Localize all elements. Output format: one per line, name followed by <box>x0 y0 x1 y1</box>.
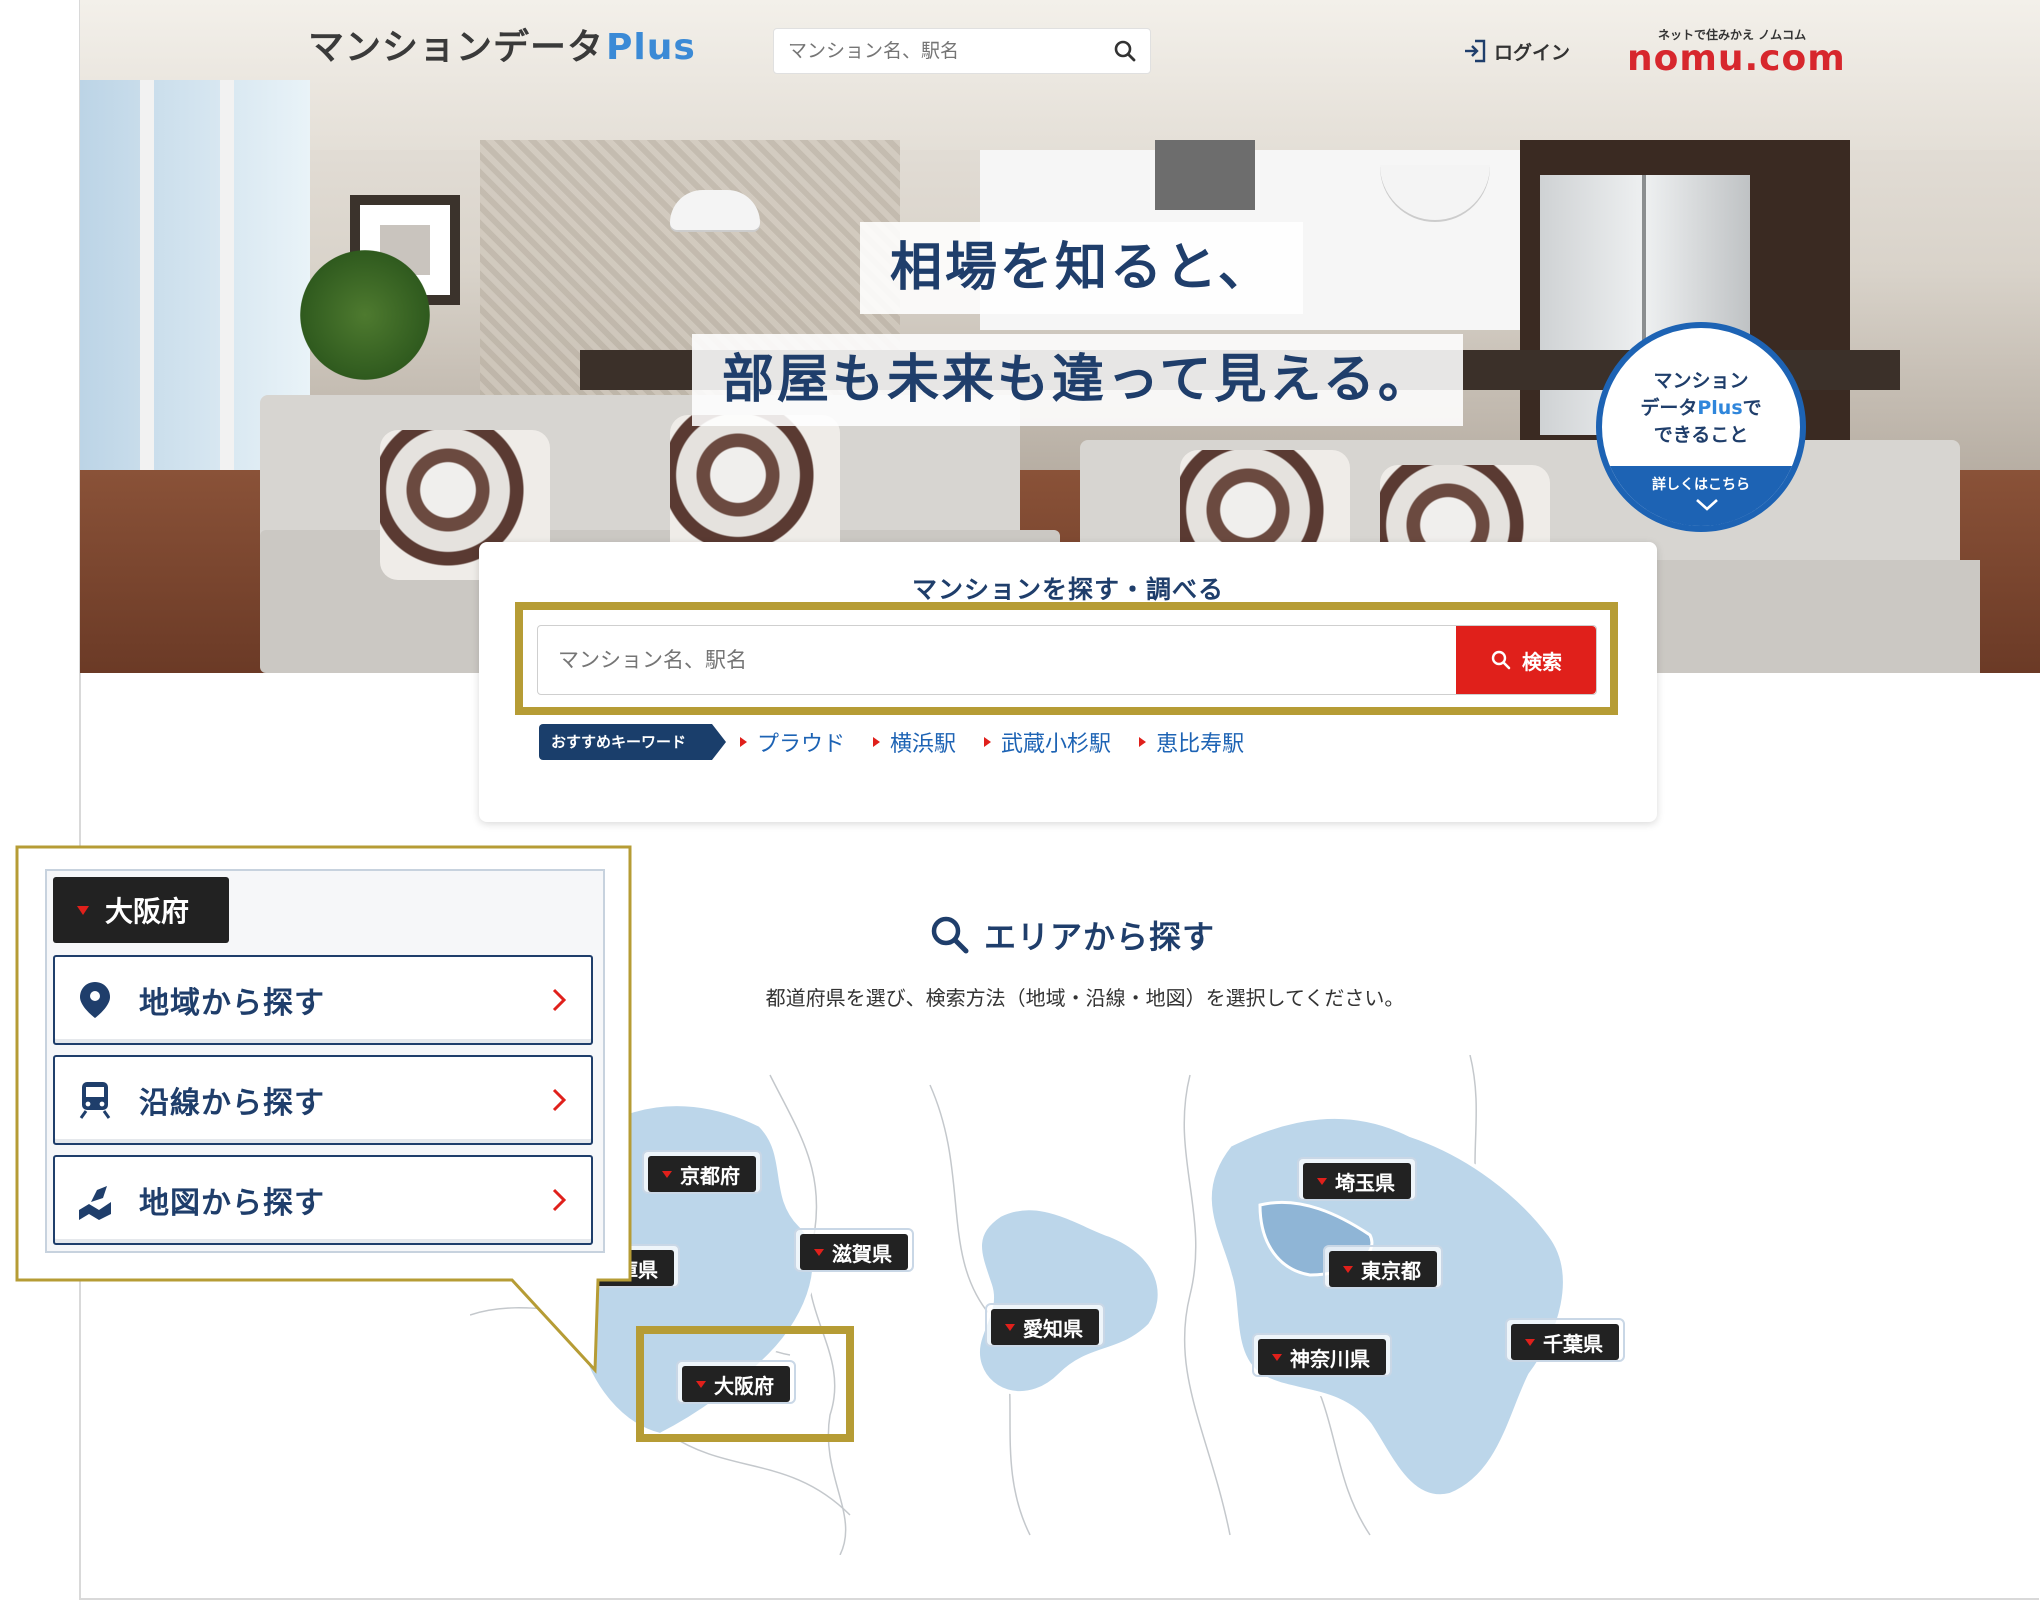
search-by-line-label: 沿線から探す <box>139 1086 325 1121</box>
recommended-keywords: おすすめキーワード プラウド 横浜駅 武蔵小杉駅 恵比寿駅 <box>539 724 1272 760</box>
badge-line3: できること <box>1653 424 1749 446</box>
hero-chandelier <box>670 190 760 230</box>
pref-label: 愛知県 <box>1023 1316 1083 1341</box>
main-search-box: 検索 <box>537 625 1597 695</box>
keyword-label: プラウド <box>757 732 846 757</box>
login-link[interactable]: ログイン <box>1462 34 1570 68</box>
map-coastline <box>669 1434 851 1516</box>
login-icon <box>1465 39 1486 63</box>
area-section-title: エリアから探す <box>928 910 1215 960</box>
arrow-right-icon <box>984 737 992 747</box>
folded-map-icon <box>79 1186 111 1220</box>
header-search-box <box>773 28 1151 74</box>
search-icon[interactable] <box>1112 38 1138 64</box>
pref-tokyo[interactable]: 東京都 <box>1323 1245 1443 1289</box>
badge-line1: マンション <box>1653 370 1749 392</box>
badge-line2-plus: Plus <box>1697 397 1743 419</box>
pref-kyoto[interactable]: 京都府 <box>642 1150 762 1194</box>
feature-badge-text: マンション データPlusで できること <box>1602 368 1800 449</box>
pref-label: 千葉県 <box>1543 1331 1603 1356</box>
login-label: ログイン <box>1494 41 1571 64</box>
search-by-line-button[interactable]: 沿線から探す <box>53 1055 593 1145</box>
pref-saitama[interactable]: 埼玉県 <box>1297 1157 1417 1201</box>
arrow-right-icon <box>1139 737 1147 747</box>
arrow-down-icon <box>1005 1323 1015 1331</box>
main-search-input[interactable] <box>558 626 1458 694</box>
keyword-label: 武蔵小杉駅 <box>1001 732 1112 757</box>
search-by-map-button[interactable]: 地図から探す <box>53 1155 593 1245</box>
hero-range-hood <box>1155 140 1255 210</box>
arrow-down-icon <box>1343 1265 1353 1273</box>
search-by-region-button[interactable]: 地域から探す <box>53 955 593 1045</box>
area-title-label: エリアから探す <box>984 918 1216 956</box>
arrow-right-icon <box>740 737 748 747</box>
chevron-right-icon <box>552 1188 567 1212</box>
page-root: 相場を知ると、 部屋も未来も違って見える。 マンションデータPlus ログイン … <box>0 0 2040 1603</box>
callout-pref-label: 大阪府 <box>105 895 190 928</box>
arrow-down-icon <box>1317 1177 1327 1185</box>
search-by-map-label: 地図から探す <box>139 1186 325 1221</box>
badge-line2-pre: データ <box>1640 397 1698 419</box>
pref-shiga[interactable]: 滋賀県 <box>794 1228 914 1272</box>
hero-tagline-line1: 相場を知ると、 <box>860 222 1303 314</box>
site-logo[interactable]: マンションデータPlus <box>308 18 696 70</box>
search-icon <box>1491 650 1511 670</box>
keyword-label: 恵比寿駅 <box>1156 732 1245 757</box>
feature-badge[interactable]: マンション データPlusで できること 詳しくはこちら <box>1596 322 1806 532</box>
keyword-link[interactable]: プラウド <box>740 726 845 758</box>
site-logo-plus: Plus <box>606 27 696 68</box>
osaka-highlight-frame <box>636 1326 854 1442</box>
search-button-label: 検索 <box>1522 649 1562 674</box>
map-region-aichi <box>976 1206 1162 1395</box>
keyword-link[interactable]: 恵比寿駅 <box>1139 726 1244 758</box>
search-by-region-label: 地域から探す <box>139 986 325 1021</box>
search-icon <box>931 916 969 954</box>
keyword-link[interactable]: 武蔵小杉駅 <box>984 726 1111 758</box>
callout-panel: 大阪府 地域から探す 沿線から探す 地図から探す <box>17 847 632 1283</box>
pref-aichi[interactable]: 愛知県 <box>985 1303 1105 1347</box>
pref-kanagawa[interactable]: 神奈川県 <box>1252 1333 1392 1377</box>
callout-pref-tab: 大阪府 <box>53 877 229 943</box>
pref-label: 滋賀県 <box>832 1241 892 1266</box>
pref-label: 京都府 <box>680 1163 740 1188</box>
search-button[interactable]: 検索 <box>1456 626 1596 694</box>
arrow-right-icon <box>873 737 881 747</box>
map-pin-icon <box>80 982 110 1018</box>
pref-label: 埼玉県 <box>1335 1170 1395 1195</box>
chevron-right-icon <box>552 1088 567 1112</box>
pref-label: 神奈川県 <box>1290 1346 1370 1371</box>
keyword-tag: おすすめキーワード <box>539 724 727 760</box>
hero-plant <box>300 250 430 380</box>
hero-tagline-line2: 部屋も未来も違って見える。 <box>692 334 1463 426</box>
keyword-label: 横浜駅 <box>890 732 957 757</box>
search-panel-title: マンションを探す・調べる <box>911 575 1224 604</box>
chevron-down-icon <box>1696 499 1718 511</box>
train-icon <box>79 1082 111 1119</box>
map-border <box>1183 1074 1231 1536</box>
badge-details-link[interactable]: 詳しくはこちら <box>1602 474 1800 494</box>
header-search-input[interactable] <box>788 29 1108 73</box>
arrow-down-icon <box>662 1170 672 1178</box>
badge-line2-post: で <box>1742 397 1762 419</box>
arrow-down-icon <box>1272 1353 1282 1361</box>
pref-chiba[interactable]: 千葉県 <box>1505 1318 1625 1362</box>
site-logo-text: マンションデータ <box>308 27 605 68</box>
arrow-down-icon <box>77 905 89 915</box>
badge-link-bar: 詳しくはこちら <box>1602 466 1800 526</box>
badge-line2: データPlusで <box>1602 395 1800 422</box>
nomu-logo[interactable]: nomu.com <box>1627 38 1846 79</box>
keyword-link[interactable]: 横浜駅 <box>873 726 956 758</box>
arrow-down-icon <box>1525 1338 1535 1346</box>
pref-label: 東京都 <box>1361 1258 1421 1283</box>
chevron-right-icon <box>552 988 567 1012</box>
arrow-down-icon <box>814 1248 824 1256</box>
